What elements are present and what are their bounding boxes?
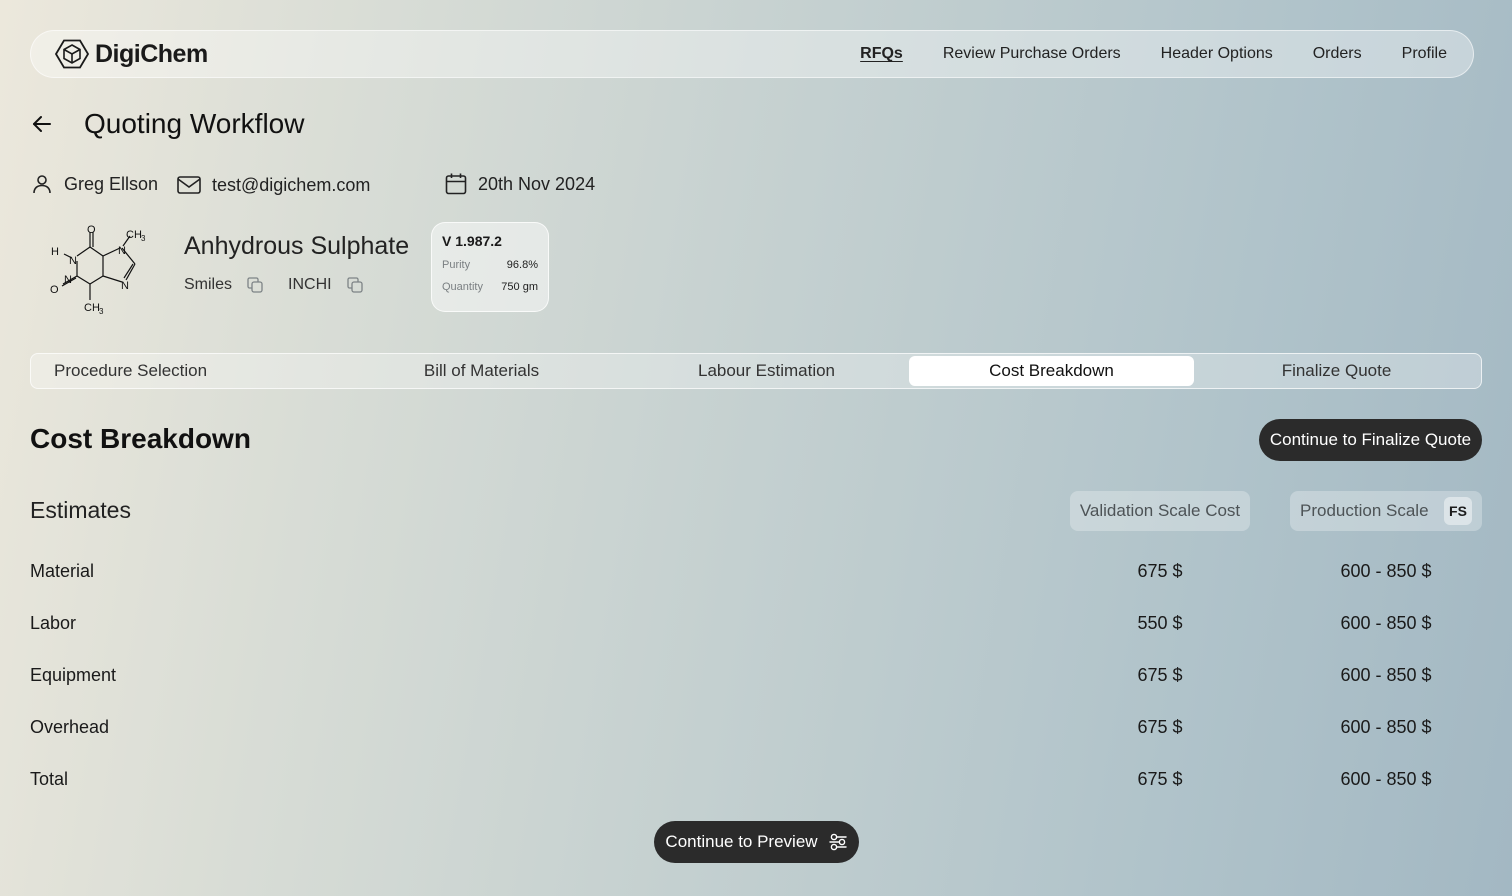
compound-name: Anhydrous Sulphate (184, 232, 410, 260)
production-range: 600 - 850 $ (1340, 561, 1432, 581)
date-text: 20th Nov 2024 (478, 173, 596, 194)
inchi-label: INCHI (288, 276, 332, 293)
production-scale-label: Production Scale (1300, 501, 1429, 520)
tab-procedure-selection[interactable]: Procedure Selection (33, 356, 339, 386)
structure-label-n2: N (118, 245, 126, 257)
nav-links: RFQs Review Purchase Orders Header Optio… (860, 45, 1447, 63)
structure-label-n3: N (64, 274, 72, 286)
validation-cost: 675 $ (1137, 561, 1183, 581)
quantity-label: Quantity (442, 281, 483, 293)
nav-item-profile[interactable]: Profile (1402, 45, 1447, 63)
estimates-label: Estimates (30, 497, 131, 523)
table-row: Overhead 675 $ 600 - 850 $ (30, 717, 1482, 741)
smiles-label: Smiles (184, 276, 233, 293)
production-scale-header: Production Scale FS (1290, 491, 1482, 531)
continue-to-finalize-quote-button[interactable]: Continue to Finalize Quote (1259, 419, 1482, 461)
tab-cost-breakdown[interactable]: Cost Breakdown (909, 356, 1194, 386)
workflow-tabs: Procedure Selection Bill of Materials La… (30, 353, 1482, 389)
mail-icon (177, 176, 201, 194)
row-label: Material (30, 561, 95, 581)
calendar-icon (445, 173, 467, 195)
production-range: 600 - 850 $ (1340, 613, 1432, 633)
row-label: Total (30, 769, 69, 789)
hexagon-cube-logo-icon (55, 39, 89, 69)
nav-item-rfqs[interactable]: RFQs (860, 45, 903, 63)
structure-label-ch3-bottom: CH (84, 302, 100, 314)
structure-label-n1: N (69, 255, 77, 267)
structure-label-n4: N (121, 280, 129, 292)
user-name: Greg Ellson (64, 173, 159, 194)
production-range: 600 - 850 $ (1340, 769, 1432, 789)
brand-name: DigiChem (95, 39, 208, 68)
structure-label-ch3-top: CH (126, 229, 142, 241)
structure-label-h: H (51, 246, 59, 258)
customer-email: test@digichem.com (176, 173, 370, 197)
table-row: Equipment 675 $ 600 - 850 $ (30, 665, 1482, 689)
structure-label-o-top: O (87, 224, 96, 236)
page-title: Quoting Workflow (84, 108, 305, 139)
structure-label-ch3-top-sub: 3 (141, 234, 146, 243)
table-row: Labor 550 $ 600 - 850 $ (30, 613, 1482, 637)
user-icon (33, 175, 51, 194)
top-navigation: DigiChem RFQs Review Purchase Orders Hea… (30, 30, 1474, 78)
arrow-left-icon[interactable] (30, 112, 54, 136)
table-row: Total 675 $ 600 - 850 $ (30, 769, 1482, 793)
nav-item-orders[interactable]: Orders (1313, 45, 1362, 63)
continue-to-preview-label: Continue to Preview (665, 832, 818, 851)
nav-item-header-options[interactable]: Header Options (1161, 45, 1273, 63)
validation-scale-cost-header: Validation Scale Cost (1070, 491, 1250, 531)
validation-cost: 550 $ (1137, 613, 1183, 633)
structure-label-ch3-bottom-sub: 3 (99, 307, 104, 316)
customer-user: Greg Ellson (30, 172, 158, 196)
tab-bill-of-materials[interactable]: Bill of Materials (339, 356, 624, 386)
production-range: 600 - 850 $ (1340, 665, 1432, 685)
production-range: 600 - 850 $ (1340, 717, 1432, 737)
quote-date: 20th Nov 2024 (444, 172, 595, 196)
section-title: Cost Breakdown (30, 423, 251, 454)
validation-cost: 675 $ (1137, 769, 1183, 789)
version-title: V 1.987.2 (442, 233, 502, 249)
tab-labour-estimation[interactable]: Labour Estimation (624, 356, 909, 386)
fs-badge-button[interactable]: FS (1444, 497, 1472, 525)
row-label: Overhead (30, 717, 110, 737)
tab-finalize-quote[interactable]: Finalize Quote (1194, 356, 1479, 386)
validation-cost: 675 $ (1137, 717, 1183, 737)
validation-cost: 675 $ (1137, 665, 1183, 685)
row-label: Labor (30, 613, 77, 633)
purity-row: Purity 96.8% (442, 259, 538, 271)
settings-sliders-icon (828, 833, 847, 851)
purity-value: 96.8% (506, 259, 538, 271)
continue-to-preview-button[interactable]: Continue to Preview (654, 821, 859, 863)
molecule-structure-icon: O CH 3 H N N N N O CH 3 (50, 224, 146, 316)
nav-item-review-purchase-orders[interactable]: Review Purchase Orders (943, 45, 1121, 63)
table-row: Material 675 $ 600 - 850 $ (30, 561, 1482, 585)
quantity-row: Quantity 750 gm (442, 281, 538, 293)
structure-label-o-left: O (50, 284, 59, 296)
purity-label: Purity (442, 259, 471, 271)
compound-identifiers: Smiles INCHI (184, 276, 388, 294)
quantity-value: 750 gm (501, 281, 538, 293)
copy-smiles-icon[interactable] (246, 276, 264, 294)
copy-inchi-icon[interactable] (346, 276, 364, 294)
email-text[interactable]: test@digichem.com (212, 175, 370, 196)
brand[interactable]: DigiChem (55, 39, 208, 69)
row-label: Equipment (30, 665, 117, 685)
version-card[interactable]: V 1.987.2 Purity 96.8% Quantity 750 gm (431, 222, 549, 312)
